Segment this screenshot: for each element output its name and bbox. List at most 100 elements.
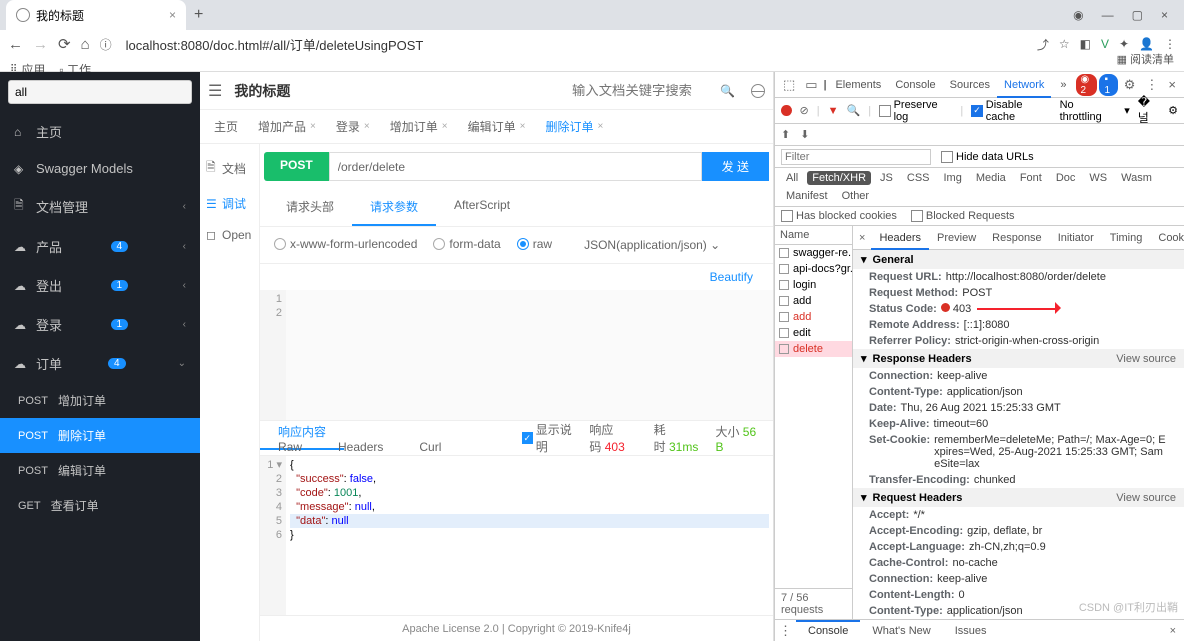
minimize-icon[interactable]: —: [1102, 8, 1114, 22]
left-tab[interactable]: ◻Open: [200, 220, 259, 250]
detail-tab[interactable]: Cookies: [1150, 228, 1184, 248]
globe-icon[interactable]: [751, 84, 765, 98]
throttle-select[interactable]: No throttling: [1060, 99, 1117, 123]
request-tab[interactable]: 请求头部: [268, 189, 352, 226]
section-header[interactable]: ▾Response HeadersView source: [853, 349, 1184, 368]
type-filter[interactable]: Manifest: [781, 189, 833, 203]
request-row[interactable]: edit: [775, 325, 852, 341]
disable-cache-checkbox[interactable]: ✓Disable cache: [971, 99, 1051, 123]
request-row[interactable]: swagger-re...: [775, 245, 852, 261]
back-icon[interactable]: ←: [8, 36, 23, 53]
detail-tab[interactable]: Headers: [871, 228, 929, 250]
type-filter[interactable]: Font: [1015, 171, 1047, 185]
request-row[interactable]: api-docs?gr...: [775, 261, 852, 277]
drawer-tab[interactable]: What's New: [860, 622, 942, 640]
share-icon[interactable]: ⤴: [1037, 36, 1049, 53]
doc-tab[interactable]: 增加订单×: [380, 110, 458, 143]
sidebar-item[interactable]: ⌂主页: [0, 112, 200, 151]
type-filter[interactable]: Wasm: [1116, 171, 1157, 185]
blocked-cookies-checkbox[interactable]: Has blocked cookies: [781, 210, 897, 222]
request-row[interactable]: login: [775, 277, 852, 293]
preserve-log-checkbox[interactable]: Preserve log: [879, 99, 952, 123]
close-icon[interactable]: ×: [169, 8, 176, 22]
type-filter[interactable]: Media: [971, 171, 1011, 185]
sidebar-item[interactable]: ☁登出1‹: [0, 266, 200, 305]
doc-tab[interactable]: 编辑订单×: [458, 110, 536, 143]
menu-icon[interactable]: ⋮: [1164, 37, 1176, 51]
doc-search-input[interactable]: [568, 79, 708, 102]
drawer-close-icon[interactable]: ×: [1162, 625, 1184, 637]
doc-tab[interactable]: 删除订单×: [535, 110, 613, 143]
type-filter[interactable]: Other: [837, 189, 875, 203]
devtools-tab[interactable]: Elements: [828, 74, 888, 96]
sidebar-sub-item[interactable]: GET查看订单: [0, 488, 200, 523]
body-type-radio[interactable]: x-www-form-urlencoded: [274, 237, 417, 251]
type-filter[interactable]: Img: [939, 171, 967, 185]
devtools-tab[interactable]: Network: [997, 74, 1051, 98]
body-type-radio[interactable]: raw: [517, 237, 552, 251]
error-badge[interactable]: ◉ 2: [1076, 74, 1098, 96]
clear-icon[interactable]: ⊘: [800, 104, 809, 117]
close-icon[interactable]: ×: [310, 121, 316, 132]
type-filter[interactable]: JS: [875, 171, 898, 185]
filter-input[interactable]: [781, 149, 931, 165]
doc-tab[interactable]: 增加产品×: [248, 110, 326, 143]
search-icon[interactable]: 🔍: [720, 84, 735, 98]
sidebar-item[interactable]: 🗎文档管理‹: [0, 186, 200, 227]
devtools-menu-icon[interactable]: ⋮: [1141, 77, 1162, 93]
detail-close-icon[interactable]: ×: [853, 232, 871, 244]
info-badge[interactable]: ▪ 1: [1099, 74, 1117, 96]
download-icon[interactable]: ⬇: [800, 128, 809, 141]
star-icon[interactable]: ☆: [1059, 37, 1070, 51]
sidebar-item[interactable]: ☁产品4‹: [0, 227, 200, 266]
account-icon[interactable]: ◉: [1073, 8, 1083, 22]
request-row[interactable]: delete: [775, 341, 852, 357]
drawer-tab[interactable]: Issues: [943, 622, 999, 640]
close-window-icon[interactable]: ×: [1161, 8, 1168, 22]
response-editor[interactable]: 1 ▾23456 { "success": false, "code": 100…: [260, 456, 773, 615]
close-icon[interactable]: ×: [597, 121, 603, 132]
more-tabs[interactable]: »: [1053, 74, 1073, 96]
forward-icon[interactable]: →: [33, 36, 48, 53]
sidebar-sub-item[interactable]: POST删除订单: [0, 418, 200, 453]
sidebar-item[interactable]: ☁登录1‹: [0, 305, 200, 344]
drawer-tab[interactable]: Console: [796, 620, 860, 640]
close-icon[interactable]: ×: [442, 121, 448, 132]
body-type-radio[interactable]: form-data: [433, 237, 500, 251]
request-editor[interactable]: 12: [260, 290, 773, 420]
refresh-icon[interactable]: ⟳: [58, 35, 71, 53]
section-header[interactable]: ▾General: [853, 250, 1184, 269]
request-row[interactable]: add: [775, 309, 852, 325]
inspect-icon[interactable]: ⬚: [779, 77, 799, 93]
sidebar-sub-item[interactable]: POST增加订单: [0, 383, 200, 418]
sidebar-search-input[interactable]: [8, 80, 192, 104]
doc-tab[interactable]: 登录×: [326, 110, 380, 143]
detail-tab[interactable]: Preview: [929, 228, 984, 248]
type-filter[interactable]: Fetch/XHR: [807, 171, 871, 185]
sidebar-item[interactable]: ☁订单4⌄: [0, 344, 200, 383]
url-input[interactable]: localhost:8080/doc.html#/all/订单/deleteUs…: [122, 33, 1027, 56]
close-icon[interactable]: ×: [520, 121, 526, 132]
beautify-button[interactable]: Beautify: [710, 270, 763, 284]
detail-tab[interactable]: Timing: [1102, 228, 1151, 248]
doc-tab[interactable]: 主页: [204, 110, 248, 143]
type-filter[interactable]: Doc: [1051, 171, 1081, 185]
type-filter[interactable]: CSS: [902, 171, 935, 185]
filter-icon[interactable]: ▼: [828, 105, 839, 117]
request-tab[interactable]: 请求参数: [352, 189, 436, 226]
sidebar-sub-item[interactable]: POST编辑订单: [0, 453, 200, 488]
record-icon[interactable]: [781, 105, 792, 116]
request-row[interactable]: add: [775, 293, 852, 309]
home-icon[interactable]: ⌂: [81, 36, 90, 53]
reading-list-button[interactable]: ▦ 阅读清单: [1117, 51, 1174, 67]
close-icon[interactable]: ×: [364, 121, 370, 132]
hide-data-urls-checkbox[interactable]: Hide data URLs: [941, 151, 1034, 163]
detail-tab[interactable]: Initiator: [1050, 228, 1102, 248]
request-tab[interactable]: AfterScript: [436, 189, 528, 226]
type-filter[interactable]: All: [781, 171, 803, 185]
blocked-requests-checkbox[interactable]: Blocked Requests: [911, 210, 1015, 222]
wifi-icon[interactable]: �널: [1138, 95, 1160, 126]
upload-icon[interactable]: ⬆: [781, 128, 790, 141]
drawer-menu-icon[interactable]: ⋮: [775, 623, 796, 639]
settings-icon[interactable]: ⚙: [1120, 77, 1140, 93]
